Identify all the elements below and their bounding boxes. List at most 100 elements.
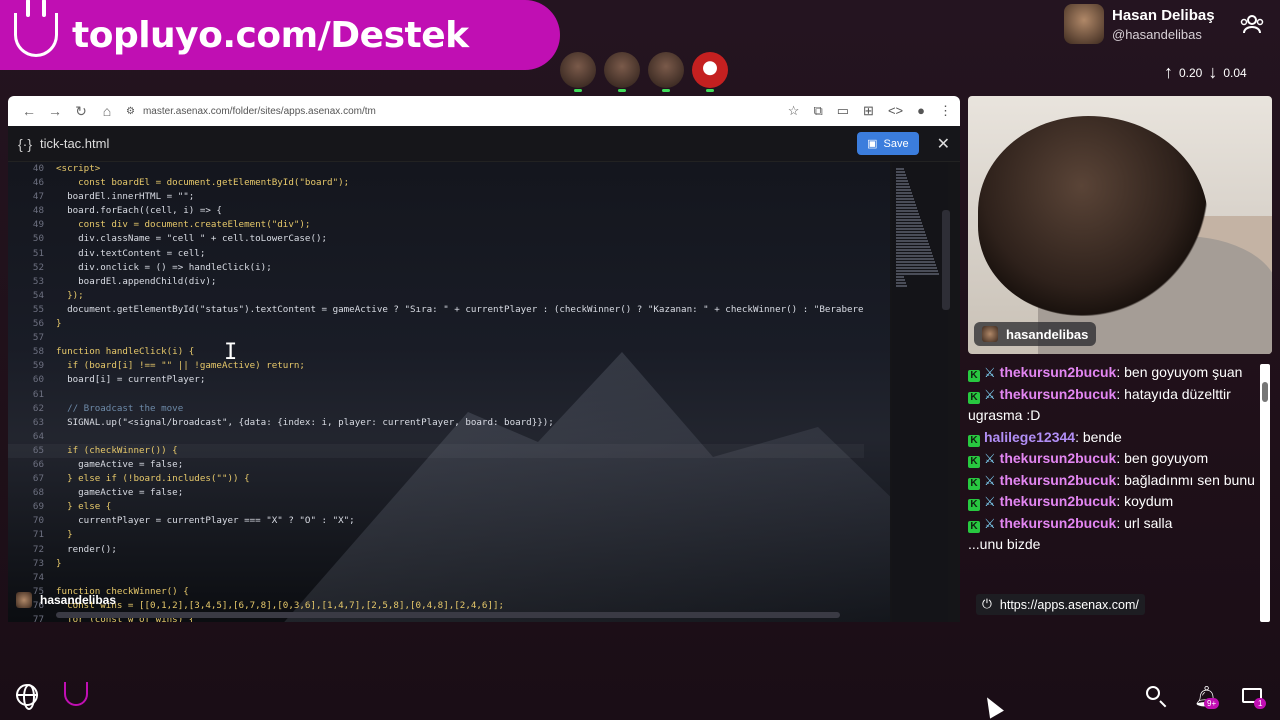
avatar (1064, 4, 1104, 44)
search-icon[interactable] (1146, 686, 1160, 700)
code-line: 52 div.onclick = () => handleClick(i); (32, 261, 272, 273)
code-line: 51 div.textContent = cell; (32, 247, 206, 259)
chat-text: ben goyuyom (1124, 450, 1209, 466)
code-line: 64 (32, 430, 44, 442)
code-line: 47 boardEl.innerHTML = ""; (32, 191, 195, 203)
chat-message: K ⚔ thekursun2bucuk: koydum (968, 491, 1258, 513)
file-name: tick-tac.html (40, 136, 110, 151)
code-line: 58 function handleClick(i) { (32, 346, 195, 358)
save-icon: ▣ (867, 138, 878, 150)
horizontal-scrollbar[interactable] (56, 612, 840, 618)
code-editor[interactable]: 40 <script> 46 const boardEl = document.g… (8, 162, 890, 622)
avatar[interactable] (692, 52, 728, 92)
topluyo-logo-icon (14, 0, 58, 57)
chat-panel[interactable]: K ⚔ thekursun2bucuk: ben goyuyom şuan K ⚔ the… (968, 362, 1258, 620)
code-line: 71 } (32, 529, 73, 541)
sword-badge-icon: ⚔ (984, 386, 996, 402)
download-rate: 0.04 (1223, 65, 1247, 80)
save-button[interactable]: ▣ Save (857, 132, 919, 155)
power-icon: ⏻ (982, 597, 992, 611)
browser-toolbar: ← → ↻ ⌂ ⚙ master.asenax.com/folder/sites… (8, 96, 960, 126)
apps-icon[interactable]: ⊞ (863, 103, 874, 119)
chat-message: K ⚔ thekursun2bucuk: ben goyuyom şuan (968, 362, 1258, 384)
profile-handle: @hasandelibas (1112, 26, 1202, 42)
menu-icon[interactable]: ⋮ (939, 103, 952, 119)
chat-scrollbar[interactable] (1260, 364, 1270, 622)
code-line: 59 if (board[i] !== "" || !gameActive) r… (32, 360, 305, 372)
code-line: 57 (32, 332, 44, 344)
chat-text: ...unu bizde (968, 536, 1041, 552)
profile-card[interactable]: Hasan Delibaş @hasandelibas (1064, 4, 1215, 44)
kick-badge-icon: K (968, 370, 980, 382)
chat-message: Khalilege12344: bende (968, 427, 1258, 449)
stream-user-tag: hasandelibas (16, 592, 116, 608)
site-info-icon[interactable]: ⚙ (126, 106, 135, 117)
sword-badge-icon: ⚔ (984, 365, 996, 380)
avatar[interactable] (560, 52, 596, 92)
banner-text: topluyo.com/Destek (72, 14, 469, 56)
forward-icon[interactable]: → (42, 103, 68, 119)
address-bar[interactable]: ⚙ master.asenax.com/folder/sites/apps.as… (126, 106, 788, 117)
network-stats: ↑ 0.20 ↓ 0.04 (1164, 62, 1247, 83)
chat-message: K ⚔ thekursun2bucuk: ben goyuyom (968, 448, 1258, 470)
code-line: 68 gameActive = false; (32, 487, 184, 499)
people-icon[interactable] (1240, 14, 1264, 34)
star-icon[interactable]: ☆ (788, 103, 800, 119)
text-cursor-icon: I (224, 340, 238, 365)
globe-icon[interactable] (16, 684, 38, 710)
url-text: master.asenax.com/folder/sites/apps.asen… (142, 105, 376, 117)
avatar (16, 592, 32, 608)
chat-username[interactable]: thekursun2bucuk (1000, 364, 1117, 380)
chat-username[interactable]: thekursun2bucuk (1000, 450, 1117, 466)
sword-badge-icon: ⚔ (984, 472, 996, 488)
chat-username[interactable]: thekursun2bucuk (1000, 386, 1117, 402)
reload-icon[interactable]: ↻ (68, 103, 94, 120)
devtools-icon[interactable]: <> (888, 103, 903, 119)
topluyo-icon[interactable] (64, 682, 88, 706)
chat-username[interactable]: halilege12344 (984, 429, 1075, 445)
code-line: 67 } else if (!board.includes("")) { (32, 473, 250, 485)
kick-badge-icon: K (968, 499, 980, 511)
sword-badge-icon: ⚔ (984, 515, 996, 531)
notification-badge: 9+ (1204, 698, 1220, 709)
code-line: 76 const wins = [[0,1,2],[3,4,5],[6,7,8]… (32, 599, 505, 611)
code-line: 69 } else { (32, 501, 112, 513)
code-line: 75 function checkWinner() { (32, 585, 189, 597)
chat-text: koydum (1124, 493, 1174, 509)
code-line: 72 render(); (32, 543, 117, 555)
chat-username[interactable]: thekursun2bucuk (1000, 472, 1117, 488)
code-minimap[interactable] (892, 162, 948, 622)
chat-message: K ⚔ thekursun2bucuk: bağladınmı sen bunu (968, 470, 1258, 492)
sword-badge-icon: ⚔ (984, 451, 996, 466)
avatar[interactable] (604, 52, 640, 92)
chat-text: bağladınmı sen bunu (1124, 471, 1255, 488)
browser-window: ← → ↻ ⌂ ⚙ master.asenax.com/folder/sites… (8, 96, 960, 622)
avatar[interactable] (648, 52, 684, 92)
close-icon[interactable]: ✕ (937, 134, 950, 154)
link-popup[interactable]: ⏻ https://apps.asenax.com/ (976, 594, 1145, 615)
kick-badge-icon: K (968, 456, 980, 468)
arrow-down-icon: ↓ (1208, 62, 1218, 82)
editor-scrollbar[interactable] (942, 210, 950, 310)
support-banner: topluyo.com/Destek (0, 0, 560, 70)
kick-badge-icon: K (968, 434, 980, 447)
sidepanel-icon[interactable]: ▭ (837, 103, 849, 119)
code-lines: 40 <script> 46 const boardEl = document.g… (8, 162, 864, 622)
code-line: 46 const boardEl = document.getElementBy… (32, 177, 350, 189)
code-line: 56} (32, 318, 62, 330)
chat-username[interactable]: thekursun2bucuk (1000, 515, 1117, 531)
code-line: 49 const div = document.createElement("d… (32, 219, 311, 231)
home-icon[interactable]: ⌂ (94, 103, 120, 119)
code-line: 70 currentPlayer = currentPlayer === "X"… (32, 515, 355, 527)
kick-badge-icon: K (968, 477, 980, 490)
back-icon[interactable]: ← (16, 103, 42, 119)
extensions-icon[interactable]: ⧉ (813, 103, 822, 119)
account-icon[interactable]: ● (917, 103, 925, 119)
chat-text: url salla (1124, 514, 1173, 531)
viewer-avatars (560, 52, 728, 92)
code-line: 60 board[i] = currentPlayer; (32, 374, 206, 386)
code-line: 66 gameActive = false; (32, 458, 184, 470)
code-file-icon: {·} (18, 135, 33, 152)
arrow-up-icon: ↑ (1164, 62, 1173, 82)
chat-username[interactable]: thekursun2bucuk (1000, 493, 1117, 509)
